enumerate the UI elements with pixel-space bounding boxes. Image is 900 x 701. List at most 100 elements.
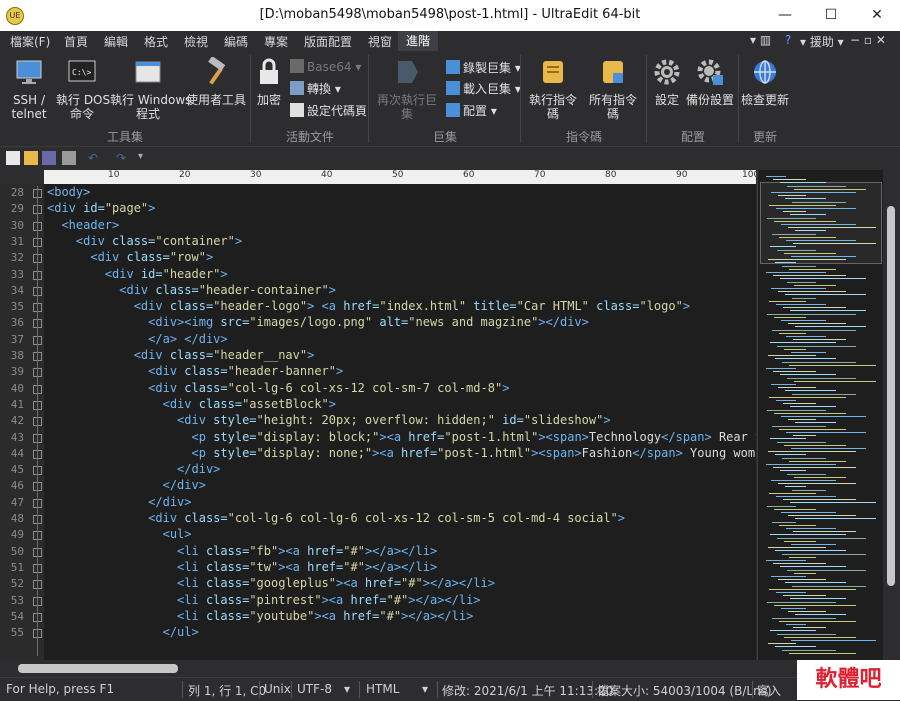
minimap-line [790, 310, 866, 312]
minimap-line [776, 496, 836, 497]
status-insert[interactable]: 寫入 [757, 682, 781, 699]
menu-project[interactable]: 專案 [264, 33, 288, 50]
line-number: 48 [10, 512, 24, 525]
minimap-line [769, 588, 856, 590]
terminal-icon: C:\> [68, 60, 96, 82]
run-windows-button[interactable]: 執行 Windows 程式 [110, 57, 191, 121]
syntax-dropdown-icon[interactable]: ▾ [422, 682, 428, 696]
ruler-label: 60 [463, 170, 475, 180]
minimap-line [782, 361, 856, 363]
minimap-line [770, 438, 806, 440]
minimap-line [776, 304, 826, 305]
help-dropdown[interactable]: ▾ 援助 ▾ [800, 33, 844, 50]
menu-window[interactable]: 視窗 [368, 33, 392, 50]
minimap-line [769, 300, 806, 302]
ribbon-separator [646, 55, 647, 143]
line-number: 33 [10, 267, 24, 281]
line-number: 32 [10, 251, 24, 265]
minimap-line [794, 284, 836, 286]
user-tools-button[interactable]: 使用者工具 [186, 55, 246, 107]
code-line: <div style="height: 20px; overflow: hidd… [177, 413, 611, 428]
ribbon-options-icon[interactable]: ▾ ▥ [750, 33, 771, 47]
minimap-line [791, 640, 876, 641]
vertical-scrollbar[interactable] [883, 170, 900, 660]
minimap-line [766, 560, 806, 561]
code-line: <p style="display: block;"><a href="post… [191, 429, 757, 444]
minimap-line [792, 201, 846, 203]
close-button[interactable]: ✕ [854, 0, 900, 31]
vertical-scroll-thumb[interactable] [887, 206, 895, 586]
set-code-page-button[interactable]: 設定代碼頁 [290, 102, 367, 119]
minimap-line [793, 435, 816, 437]
minimap-line [766, 464, 836, 465]
minimap-line [773, 563, 826, 565]
undo-icon[interactable]: ↶ [88, 151, 102, 165]
minimap-line [777, 345, 856, 347]
settings-button[interactable]: 設定 [650, 57, 684, 107]
menu-layout[interactable]: 版面配置 [304, 33, 352, 50]
menu-file[interactable]: 檔案(F) [10, 33, 50, 50]
menu-format[interactable]: 格式 [144, 33, 168, 50]
redo-icon[interactable]: ↷ [116, 151, 130, 165]
minimap-line [770, 534, 846, 536]
restore-doc-icon[interactable]: − ▫ ✕ [850, 33, 886, 47]
minimap-line [778, 579, 826, 581]
convert-button[interactable]: 轉換 ▾ [290, 80, 341, 97]
menu-home[interactable]: 首頁 [64, 33, 88, 50]
check-update-button[interactable]: 檢查更新 [740, 57, 790, 107]
menu-encoding[interactable]: 編碼 [224, 33, 248, 50]
customize-toolbar-icon[interactable]: ▾ [138, 151, 152, 165]
code-line: </ul> [162, 625, 199, 640]
save-icon[interactable] [42, 151, 56, 165]
minimap-line [792, 393, 856, 395]
run-script-button[interactable]: 執行指令碼 [524, 57, 582, 121]
menu-view[interactable]: 檢視 [184, 33, 208, 50]
open-folder-icon[interactable] [24, 151, 38, 165]
status-syntax[interactable]: HTML [366, 682, 399, 696]
minimap-line [785, 486, 806, 488]
encrypt-button[interactable]: 加密 [254, 57, 284, 107]
minimap-line [788, 611, 826, 613]
record-macro-button[interactable]: 錄製巨集 ▾ [446, 59, 521, 76]
line-number: 45 [10, 463, 24, 477]
load-macro-button[interactable]: 載入巨集 ▾ [446, 80, 521, 97]
new-file-icon[interactable] [6, 151, 20, 165]
minimap-line [784, 348, 806, 350]
horizontal-scroll-thumb[interactable] [18, 664, 178, 673]
status-encoding[interactable]: UTF-8 [297, 682, 332, 696]
status-modified: 修改: 2021/6/1 上午 11:13:20 [442, 684, 614, 698]
minimap[interactable] [757, 170, 883, 660]
minimap-line [790, 598, 846, 600]
minimize-button[interactable]: — [762, 0, 808, 31]
code-line: <header> [61, 217, 120, 232]
encoding-dropdown-icon[interactable]: ▾ [344, 682, 350, 696]
code-editor[interactable]: <body> <div id="page"> <header> <div clas… [44, 184, 756, 660]
menu-edit[interactable]: 編輯 [104, 33, 128, 50]
run-dos-button[interactable]: C:\> 執行 DOS 命令 [56, 57, 110, 121]
minimap-line [789, 364, 876, 366]
backup-settings-button[interactable]: 備份設置 [686, 57, 734, 107]
horizontal-scrollbar[interactable] [0, 660, 900, 677]
ssh-telnet-button[interactable]: SSH / telnet [8, 57, 50, 121]
minimap-line [789, 652, 856, 654]
help-icon[interactable]: ? [785, 33, 791, 47]
convert-label: 轉換 [307, 82, 332, 96]
maximize-button[interactable]: ☐ [808, 0, 854, 31]
code-line: <div class="col-lg-6 col-lg-6 col-xs-12 … [148, 511, 626, 525]
line-number: 31 [10, 234, 24, 248]
all-scripts-button[interactable]: 所有指令碼 [584, 57, 642, 121]
minimap-line [787, 473, 826, 475]
group-script-label: 指令碼 [565, 130, 602, 144]
minimap-line [780, 566, 846, 568]
line-number: 50 [10, 544, 24, 558]
minimap-line [780, 182, 826, 184]
ruler-label: 20 [179, 170, 191, 180]
menu-advanced[interactable]: 進階 [398, 31, 439, 51]
rerun-macro-label: 再次執行巨集 [376, 93, 437, 121]
line-number: 55 [10, 626, 24, 640]
ribbon-separator [738, 55, 739, 143]
print-icon[interactable] [62, 151, 76, 165]
macro-config-button[interactable]: 配置 ▾ [446, 102, 497, 119]
status-position[interactable]: 列 1, 行 1, C0 [188, 682, 266, 699]
status-line-ending[interactable]: Unix [264, 682, 291, 696]
